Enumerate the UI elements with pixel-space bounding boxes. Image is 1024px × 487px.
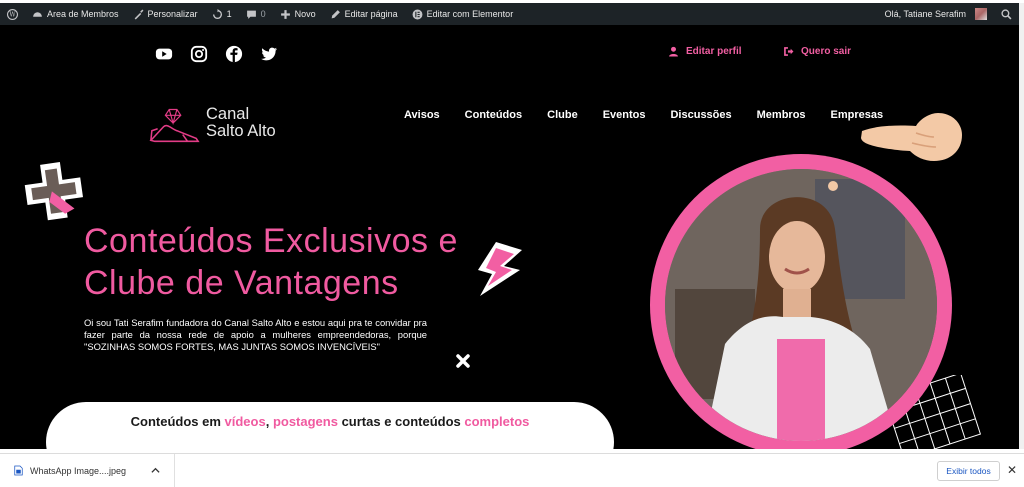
pill-highlight-posts: postagens — [272, 414, 338, 429]
wordpress-icon: W — [7, 8, 18, 20]
admin-bar-search[interactable] — [994, 3, 1019, 25]
admin-bar-greeting: Olá, Tatiane Serafim — [884, 9, 966, 19]
admin-bar-new-label: Novo — [294, 9, 316, 19]
pointing-hand-icon — [861, 113, 962, 161]
edit-profile-label: Editar perfil — [686, 46, 742, 57]
logo-line1: Canal — [206, 105, 250, 123]
brush-icon — [134, 9, 143, 19]
admin-bar-comments-count: 0 — [260, 9, 266, 19]
wordpress-menu[interactable]: W — [0, 3, 25, 25]
elementor-icon — [412, 9, 423, 19]
high-heel-logo-icon — [149, 108, 200, 143]
admin-bar-updates[interactable]: 1 — [205, 3, 239, 25]
pill-highlight-videos: vídeos — [224, 414, 266, 429]
content-types-text: Conteúdos em vídeos, postagens curtas e … — [46, 414, 614, 429]
avatar — [975, 8, 987, 20]
admin-bar-elementor-label: Editar com Elementor — [426, 9, 514, 19]
user-icon — [669, 46, 678, 57]
logout-link[interactable]: Quero sair — [783, 46, 851, 57]
youtube-icon[interactable] — [155, 45, 173, 63]
chevron-up-icon[interactable] — [151, 466, 160, 475]
pill-highlight-complete: completos — [464, 414, 530, 429]
close-downloads-button[interactable]: ✕ — [1006, 464, 1018, 476]
headline-line1: Conteúdos Exclusivos e — [84, 222, 458, 260]
site-logo[interactable]: Canal Salto Alto — [148, 101, 276, 145]
logo-line2: Salto Alto — [206, 122, 276, 140]
page-scrollbar[interactable] — [1019, 3, 1024, 449]
wp-admin-bar: W Area de Membros Personalizar 1 0 Novo … — [0, 3, 1019, 25]
headline-line2: Clube de Vantagens — [84, 264, 399, 302]
admin-bar-customize-label: Personalizar — [147, 9, 198, 19]
admin-bar-new[interactable]: Novo — [273, 3, 323, 25]
svg-text:W: W — [9, 11, 16, 18]
social-links — [155, 45, 278, 63]
admin-bar-comments[interactable]: 0 — [239, 3, 273, 25]
dashboard-icon — [33, 11, 42, 17]
twitter-icon[interactable] — [260, 45, 278, 63]
founder-photo-frame — [650, 154, 952, 449]
pill-text-part: curtas e conteúdos — [337, 414, 465, 429]
logout-label: Quero sair — [801, 46, 852, 57]
downloads-bar: WhatsApp Image....jpeg Exibir todos ✕ — [0, 453, 1024, 487]
nav-item-membros[interactable]: Membros — [757, 109, 806, 121]
logout-icon — [784, 47, 794, 56]
file-icon — [14, 465, 23, 476]
admin-bar-edit-page[interactable]: Editar página — [323, 3, 405, 25]
admin-bar-site-label: Area de Membros — [47, 9, 119, 19]
cross-decoration-icon — [24, 162, 83, 221]
admin-bar-customize[interactable]: Personalizar — [126, 3, 205, 25]
hero-intro-text: Oi sou Tati Serafim fundadora do Canal S… — [84, 317, 427, 352]
circle-dot-decoration — [828, 181, 838, 191]
hero-section: Editar perfil Quero sair Canal Salto Alt… — [0, 25, 1019, 449]
show-all-downloads-button[interactable]: Exibir todos — [937, 461, 1000, 481]
nav-item-discussoes[interactable]: Discussões — [670, 109, 731, 121]
updates-icon — [212, 8, 222, 19]
small-x-decoration-icon — [456, 354, 470, 368]
admin-bar-site-link[interactable]: Area de Membros — [25, 3, 126, 25]
search-icon — [1001, 8, 1012, 19]
facebook-icon[interactable] — [225, 45, 243, 63]
hero-headline: Conteúdos Exclusivos e Clube de Vantagen… — [84, 220, 504, 304]
nav-item-avisos[interactable]: Avisos — [404, 109, 440, 121]
comment-icon — [246, 10, 256, 19]
nav-item-clube[interactable]: Clube — [547, 109, 578, 121]
nav-item-conteudos[interactable]: Conteúdos — [465, 109, 522, 121]
admin-bar-account[interactable]: Olá, Tatiane Serafim — [878, 3, 994, 25]
edit-profile-link[interactable]: Editar perfil — [668, 46, 742, 57]
pill-text-part: Conteúdos em — [130, 414, 225, 429]
admin-bar-edit-page-label: Editar página — [344, 9, 398, 19]
download-file-name: WhatsApp Image....jpeg — [30, 465, 127, 476]
nav-item-eventos[interactable]: Eventos — [603, 109, 646, 121]
admin-bar-elementor[interactable]: Editar com Elementor — [405, 3, 521, 25]
content-types-banner: Conteúdos em vídeos, postagens curtas e … — [46, 402, 614, 449]
pencil-icon — [331, 9, 340, 18]
admin-bar-updates-count: 1 — [226, 9, 232, 19]
main-nav: Avisos Conteúdos Clube Eventos Discussõe… — [404, 109, 883, 121]
pill-text-part: , — [265, 414, 273, 429]
founder-photo — [665, 169, 937, 441]
download-item[interactable]: WhatsApp Image....jpeg — [0, 453, 176, 487]
instagram-icon[interactable] — [190, 45, 208, 63]
plus-icon — [280, 9, 290, 19]
